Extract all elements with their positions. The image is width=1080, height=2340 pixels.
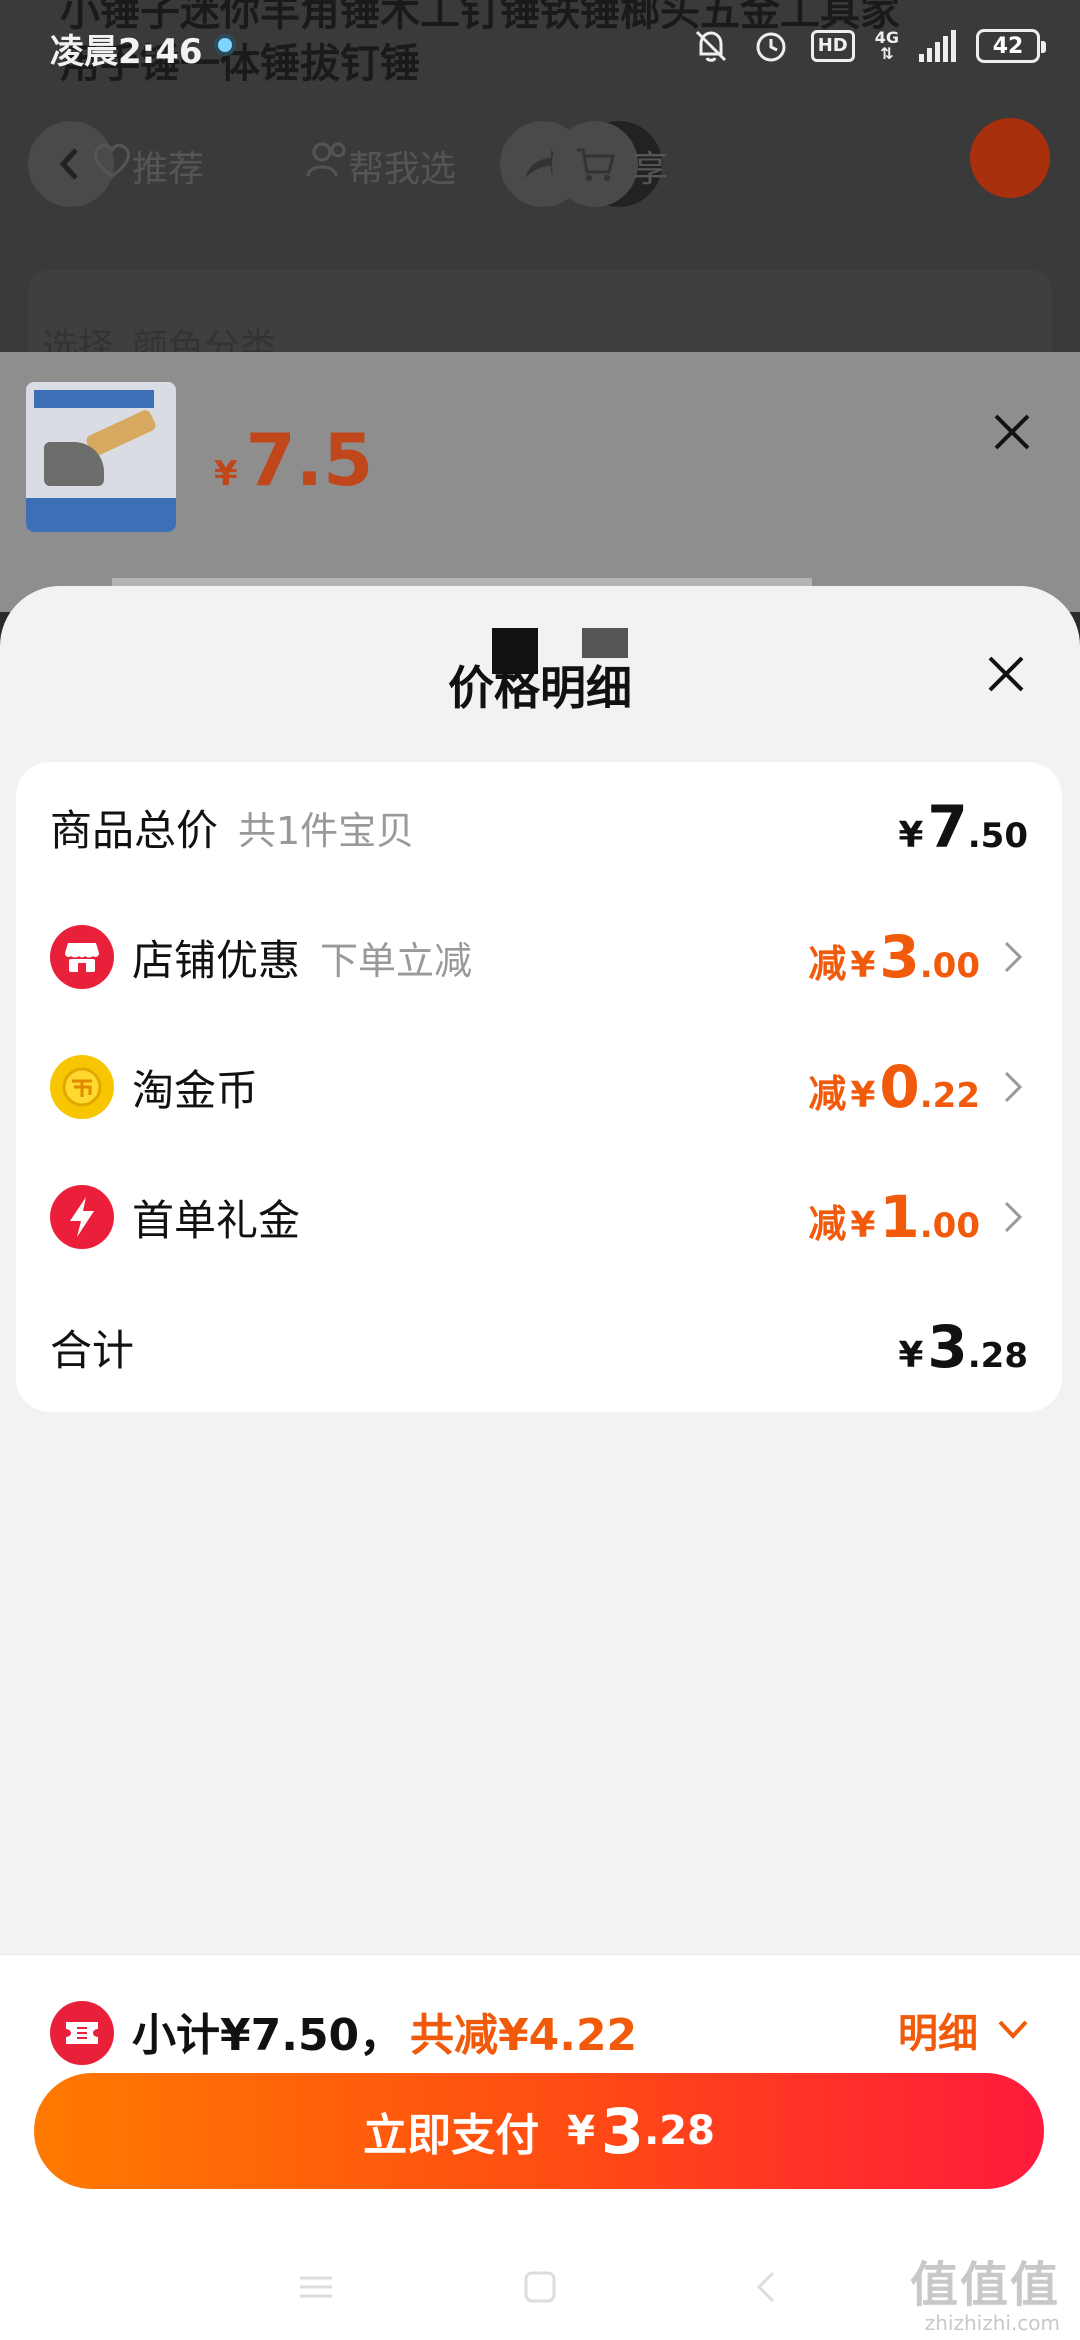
nav-help-choose[interactable]: 帮我选 <box>348 140 456 192</box>
sku-price-currency: ¥ <box>214 454 238 494</box>
row-sum: 合计 ¥ 3 .28 <box>16 1282 1062 1412</box>
product-thumbnail[interactable] <box>26 382 176 532</box>
watermark-logo: 值值值 <box>909 2257 1060 2313</box>
row-shop-discount[interactable]: 店铺优惠 下单立减 减 ¥ 3 .00 <box>16 892 1062 1022</box>
cart-icon <box>577 148 615 181</box>
people-icon <box>306 142 346 177</box>
status-icons: HD 4G ⇅ 42 <box>691 26 1046 66</box>
sum-label: 合计 <box>50 1325 135 1375</box>
shop-discount-label: 店铺优惠 <box>132 935 301 985</box>
nav-recommend[interactable]: 推荐 <box>132 140 204 192</box>
watermark: 值值值 zhizhizhi.com <box>910 2245 1060 2335</box>
alarm-icon <box>756 32 786 62</box>
menu-icon[interactable] <box>286 2257 346 2317</box>
lightning-icon <box>50 1185 114 1249</box>
sku-panel: ¥ 7.5 <box>0 352 1080 612</box>
shop-icon <box>50 925 114 989</box>
chevron-right-icon <box>1004 1071 1023 1103</box>
chevron-right-icon <box>1004 1201 1023 1233</box>
first-order-amount: 减 ¥ 1 .00 <box>808 1183 980 1251</box>
subtotal-text: 小计¥7.50， <box>132 2010 404 2061</box>
coins-amount: 减 ¥ 0 .22 <box>808 1053 980 1121</box>
pay-amount-int: 3 <box>600 2094 645 2168</box>
row-total-price: 商品总价 共1件宝贝 ¥ 7 .50 <box>16 762 1062 892</box>
signal-icon <box>919 30 956 62</box>
heart-icon <box>94 143 130 178</box>
sku-close-icon[interactable] <box>984 404 1040 460</box>
row-taojinbi[interactable]: 淘金币 减 ¥ 0 .22 <box>16 1022 1062 1152</box>
pay-now-button[interactable]: 立即支付 ¥ 3 .28 <box>34 2073 1044 2189</box>
first-order-label: 首单礼金 <box>132 1195 301 1245</box>
sku-price: ¥ 7.5 <box>214 418 373 502</box>
network-indicator: 4G ⇅ <box>875 30 899 62</box>
coins-label: 淘金币 <box>132 1065 259 1115</box>
sku-price-value: 7.5 <box>245 418 374 502</box>
nav-share-text: 享 <box>632 149 669 190</box>
sheet-title: 价格明细 <box>448 661 632 715</box>
coin-icon <box>50 1055 114 1119</box>
back-icon[interactable] <box>736 2257 796 2317</box>
redaction-block <box>492 628 538 674</box>
home-icon[interactable] <box>510 2257 570 2317</box>
battery-icon: 42 <box>976 29 1046 63</box>
sheet-close-icon[interactable] <box>978 646 1034 702</box>
shop-discount-amount: 减 ¥ 3 .00 <box>808 923 980 991</box>
sku-select-row[interactable]: 选择 颜色分类 <box>28 270 1052 360</box>
bottom-pay-bar: 小计¥7.50， 共减¥4.22 明细 立即支付 ¥ 3 .28 值值值 zhi… <box>0 1954 1080 2340</box>
status-bar: 凌晨2:46 HD 4G ⇅ 42 <box>0 0 1080 100</box>
detail-toggle[interactable]: 明细 <box>898 2001 1030 2059</box>
mute-bell-icon <box>695 30 726 62</box>
total-price-label: 商品总价 <box>50 805 219 855</box>
sum-amount: ¥ 3 .28 <box>898 1313 1028 1381</box>
coupon-ticket-icon <box>50 2001 114 2065</box>
notification-dot-icon <box>218 38 232 52</box>
item-count-label: 共1件宝贝 <box>238 808 415 853</box>
row-first-order-gift[interactable]: 首单礼金 减 ¥ 1 .00 <box>16 1152 1062 1282</box>
status-time: 凌晨2:46 <box>50 32 203 72</box>
shop-discount-sub: 下单立减 <box>320 938 473 983</box>
watermark-url: zhizhizhi.com <box>924 2311 1060 2335</box>
total-discount-text: 共减¥4.22 <box>410 2010 638 2061</box>
back-arrow-icon <box>59 148 78 180</box>
pay-amount-dec: .28 <box>644 2108 715 2154</box>
product-nav-bar: 推荐 帮我选 享 <box>28 118 1080 210</box>
data-arrows-icon: ⇅ <box>880 44 894 63</box>
total-price-amount: ¥ 7 .50 <box>898 793 1028 861</box>
chevron-right-icon <box>1004 941 1023 973</box>
cart-button[interactable] <box>552 121 638 207</box>
redaction-block <box>582 628 628 658</box>
pay-currency: ¥ <box>567 2108 595 2154</box>
pay-now-label: 立即支付 <box>363 2110 540 2161</box>
price-detail-card: 商品总价 共1件宝贝 ¥ 7 .50 店铺优惠 下单立减 减 ¥ 3 .00 淘… <box>16 762 1062 1412</box>
chevron-down-icon <box>998 2020 1028 2039</box>
more-badge[interactable] <box>970 118 1050 198</box>
battery-level: 42 <box>992 33 1024 59</box>
price-detail-sheet: 价格明细 商品总价 共1件宝贝 ¥ 7 .50 店铺优惠 下单立减 减 ¥ 3 <box>0 586 1080 1954</box>
hd-icon: HD <box>810 30 855 62</box>
detail-label: 明细 <box>898 2011 978 2057</box>
